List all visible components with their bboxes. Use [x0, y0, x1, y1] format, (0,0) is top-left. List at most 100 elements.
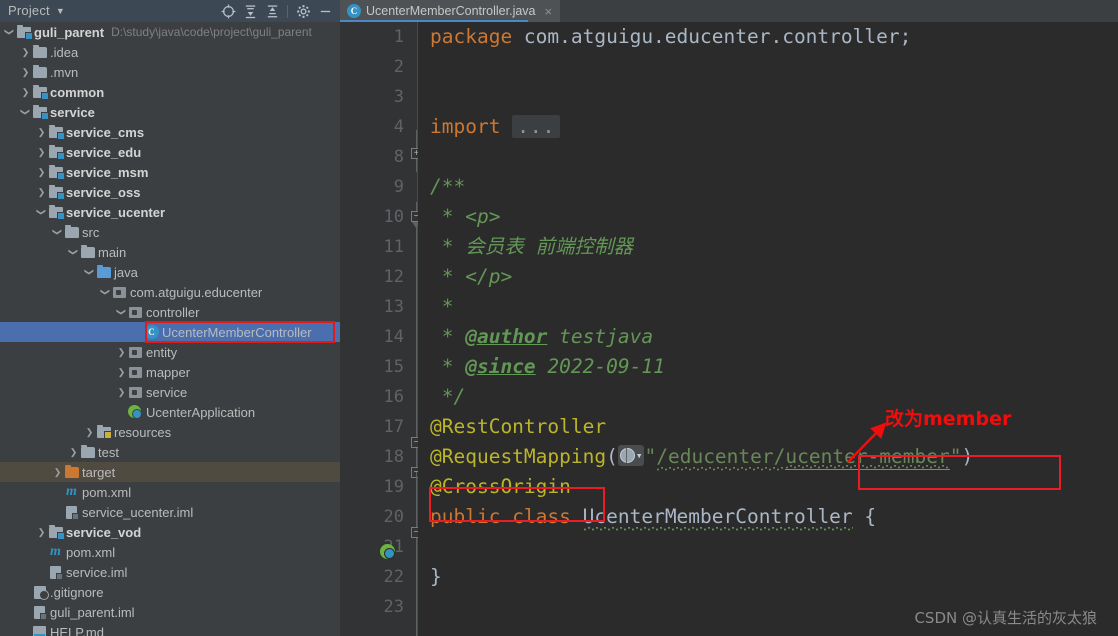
- tree-node-label: com.atguigu.educenter: [130, 284, 263, 300]
- tree-node-ucentermembercontroller[interactable]: C UcenterMemberController: [0, 322, 340, 342]
- tab-ucenter-member-controller[interactable]: C UcenterMemberController.java ×: [340, 0, 561, 22]
- chevron-down-icon[interactable]: ▼: [56, 0, 65, 22]
- chevron-right-icon[interactable]: ❯: [116, 362, 127, 382]
- tree-node-controller[interactable]: ❯ controller: [0, 302, 340, 322]
- tree-node-service[interactable]: ❯ service: [0, 102, 340, 122]
- tree-node-ucenterapplication[interactable]: UcenterApplication: [0, 402, 340, 422]
- tree-node-label: service_msm: [66, 164, 149, 180]
- line-number: 17: [383, 417, 404, 437]
- editor-gutter[interactable]: 1234891011121314151617181920212223 + − −…: [340, 22, 422, 636]
- chevron-right-icon[interactable]: ❯: [20, 82, 31, 102]
- tree-node-common[interactable]: ❯ common: [0, 82, 340, 102]
- tree-node-service[interactable]: ❯ service: [0, 382, 340, 402]
- java-keyword-token: import: [430, 115, 513, 138]
- url-mapping-gutter-chip[interactable]: ▾: [617, 445, 645, 466]
- javadoc-tag-token: @author: [465, 325, 548, 348]
- collapse-all-icon[interactable]: [261, 0, 283, 22]
- javadoc-comment-token: * <p>: [430, 205, 501, 228]
- tree-node-com.atguigu.educenter[interactable]: ❯ com.atguigu.educenter: [0, 282, 340, 302]
- chevron-right-icon[interactable]: ❯: [84, 422, 95, 442]
- tree-node-pom.xml[interactable]: m pom.xml: [0, 542, 340, 562]
- code-line: */: [430, 382, 1118, 412]
- tree-node-service_vod[interactable]: ❯ service_vod: [0, 522, 340, 542]
- source-folder-icon: [95, 262, 112, 282]
- chevron-right-icon[interactable]: ❯: [116, 342, 127, 362]
- module-icon: [47, 162, 65, 182]
- line-number: 2: [393, 57, 404, 77]
- tree-node-.idea[interactable]: ❯ .idea: [0, 42, 340, 62]
- tree-node-src[interactable]: ❯ src: [0, 222, 340, 242]
- project-toolbar: Project ▼: [0, 0, 340, 22]
- line-number: 9: [393, 177, 404, 197]
- chevron-right-icon[interactable]: ❯: [36, 142, 47, 162]
- tree-node-resources[interactable]: ❯ resources: [0, 422, 340, 442]
- chevron-right-icon[interactable]: ❯: [20, 62, 31, 82]
- javadoc-comment-token: * 会员表 前端控制器: [430, 235, 633, 258]
- tree-node-pom.xml[interactable]: m pom.xml: [0, 482, 340, 502]
- tree-node-mapper[interactable]: ❯ mapper: [0, 362, 340, 382]
- project-tool-window: Project ▼ ❯ guli_parent D:\study\java\co…: [0, 0, 340, 636]
- code-line: @RestController: [430, 412, 1118, 442]
- folded-imports-placeholder[interactable]: ...: [512, 115, 561, 138]
- hide-icon[interactable]: [314, 0, 336, 22]
- chevron-right-icon[interactable]: ❯: [68, 442, 79, 462]
- chevron-right-icon[interactable]: ❯: [52, 462, 63, 482]
- tree-node-label: entity: [146, 344, 178, 360]
- module-icon: [15, 22, 33, 42]
- tree-node-java[interactable]: ❯ java: [0, 262, 340, 282]
- code-token: }: [430, 565, 442, 588]
- csdn-watermark: CSDN @认真生活的灰太狼: [914, 609, 1097, 627]
- project-toolbar-title[interactable]: Project: [8, 0, 50, 22]
- tree-node-label: pom.xml: [66, 544, 116, 560]
- close-icon[interactable]: ×: [545, 4, 553, 19]
- folder-icon: [79, 242, 96, 262]
- tree-node-label: resources: [114, 424, 172, 440]
- tree-node-service_ucenter[interactable]: ❯ service_ucenter: [0, 202, 340, 222]
- expand-all-icon[interactable]: [239, 0, 261, 22]
- tree-node-main[interactable]: ❯ main: [0, 242, 340, 262]
- tree-node-service_ucenter.iml[interactable]: service_ucenter.iml: [0, 502, 340, 522]
- tree-node-service_oss[interactable]: ❯ service_oss: [0, 182, 340, 202]
- project-path-label: D:\study\java\code\project\guli_parent: [111, 25, 312, 39]
- tree-node-label: main: [98, 244, 127, 260]
- iml-icon: [31, 602, 48, 622]
- line-number: 8: [393, 147, 404, 167]
- tree-node-label: service: [146, 384, 188, 400]
- chevron-right-icon[interactable]: ❯: [116, 382, 127, 402]
- run-class-gutter-icon[interactable]: [380, 544, 397, 561]
- tree-node-service.iml[interactable]: service.iml: [0, 562, 340, 582]
- tree-node-guli_parent[interactable]: ❯ guli_parent D:\study\java\code\project\g…: [0, 22, 340, 42]
- tree-node-test[interactable]: ❯ test: [0, 442, 340, 462]
- gear-icon[interactable]: [292, 0, 314, 22]
- tree-node-entity[interactable]: ❯ entity: [0, 342, 340, 362]
- tree-node-service_edu[interactable]: ❯ service_edu: [0, 142, 340, 162]
- chevron-right-icon[interactable]: ❯: [36, 182, 47, 202]
- tree-node-service_msm[interactable]: ❯ service_msm: [0, 162, 340, 182]
- chevron-right-icon[interactable]: ❯: [36, 162, 47, 182]
- editor-area: C UcenterMemberController.java × 1234891…: [340, 0, 1118, 636]
- code-line: *: [430, 292, 1118, 322]
- module-icon: [47, 522, 65, 542]
- tree-node-service_cms[interactable]: ❯ service_cms: [0, 122, 340, 142]
- chevron-right-icon[interactable]: ❯: [36, 522, 47, 542]
- code-text-area[interactable]: package com.atguigu.educenter.controller…: [418, 22, 1118, 636]
- chevron-right-icon[interactable]: ❯: [36, 122, 47, 142]
- code-folding-rail[interactable]: + − − − −: [411, 22, 422, 636]
- tree-node-guli_parent.iml[interactable]: guli_parent.iml: [0, 602, 340, 622]
- tree-node-.gitignore[interactable]: .gitignore: [0, 582, 340, 602]
- chevron-right-icon[interactable]: ❯: [20, 42, 31, 62]
- code-line: @RequestMapping(▾ "/educenter/ucenter-mem…: [430, 442, 1118, 472]
- line-number: 16: [383, 387, 404, 407]
- java-keyword-token: package: [430, 25, 524, 48]
- tree-node-.mvn[interactable]: ❯ .mvn: [0, 62, 340, 82]
- code-line: public class UcenterMemberController {: [430, 502, 1118, 532]
- code-line: @CrossOrigin: [430, 472, 1118, 502]
- tree-node-target[interactable]: ❯ target: [0, 462, 340, 482]
- locate-icon[interactable]: [217, 0, 239, 22]
- project-tree[interactable]: ❯ guli_parent D:\study\java\code\project\g…: [0, 22, 340, 636]
- tree-node-help.md[interactable]: HELP.md: [0, 622, 340, 636]
